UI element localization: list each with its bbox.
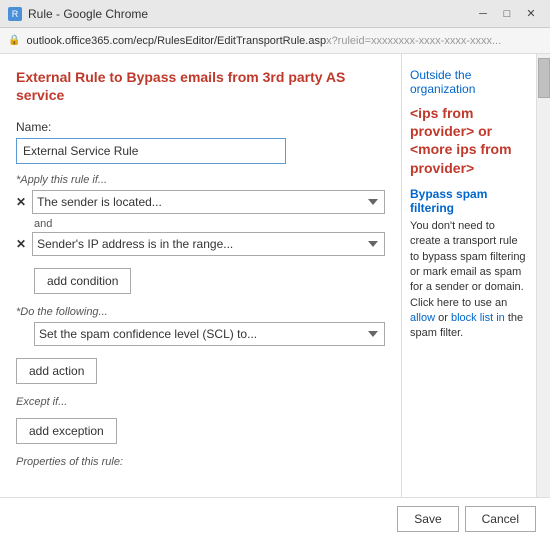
bypass-spam-title[interactable]: Bypass spam filtering [410,187,528,215]
condition-row-1: ✕ The sender is located... [16,190,385,214]
except-label: Except if... [16,396,385,408]
window-controls: ─ □ ✕ [472,5,542,23]
maximize-button[interactable]: □ [496,5,518,23]
side-panel: Outside the organization <ips from provi… [401,54,536,540]
add-condition-button[interactable]: add condition [34,268,131,294]
title-bar-left: R Rule - Google Chrome [8,7,148,21]
name-input[interactable] [16,138,286,164]
browser-icon: R [8,7,22,21]
main-container: External Rule to Bypass emails from 3rd … [0,54,550,540]
apply-label: *Apply this rule if... [16,174,385,186]
cancel-button[interactable]: Cancel [465,506,536,532]
address-bar: 🔒 outlook.office365.com/ecp/RulesEditor/… [0,28,550,54]
block-list-link[interactable]: block list in [451,312,508,324]
title-bar: R Rule - Google Chrome ─ □ ✕ [0,0,550,28]
content-area: External Rule to Bypass emails from 3rd … [0,54,401,540]
condition-2-select[interactable]: Sender's IP address is in the range... [32,232,385,256]
action-1-select[interactable]: Set the spam confidence level (SCL) to..… [34,322,385,346]
allow-link[interactable]: allow [410,312,435,324]
remove-condition-2-button[interactable]: ✕ [16,237,26,251]
ips-text: <ips from provider> or <more ips from pr… [410,104,528,177]
do-label: *Do the following... [16,306,385,318]
add-action-button[interactable]: add action [16,358,97,384]
lock-icon: 🔒 [8,35,20,46]
window-title: Rule - Google Chrome [28,7,148,21]
outside-org-link[interactable]: Outside the organization [410,68,528,96]
action-row-1: Set the spam confidence level (SCL) to..… [16,322,385,346]
page-title: External Rule to Bypass emails from 3rd … [16,68,385,104]
scroll-thumb[interactable] [538,58,550,98]
remove-condition-1-button[interactable]: ✕ [16,195,26,209]
save-button[interactable]: Save [397,506,458,532]
do-section: *Do the following... Set the spam confid… [16,306,385,384]
close-button[interactable]: ✕ [520,5,542,23]
scrollbar[interactable] [536,54,550,540]
add-exception-button[interactable]: add exception [16,418,117,444]
address-url: outlook.office365.com/ecp/RulesEditor/Ed… [26,35,542,47]
condition-row-2: ✕ Sender's IP address is in the range... [16,232,385,256]
bypass-body: You don't need to create a transport rul… [410,219,528,342]
bottom-action-bar: Save Cancel [0,497,550,540]
and-text: and [34,218,385,230]
condition-1-select[interactable]: The sender is located... [32,190,385,214]
minimize-button[interactable]: ─ [472,5,494,23]
except-section: Except if... add exception [16,396,385,444]
properties-label: Properties of this rule: [16,456,385,468]
name-label: Name: [16,120,385,134]
